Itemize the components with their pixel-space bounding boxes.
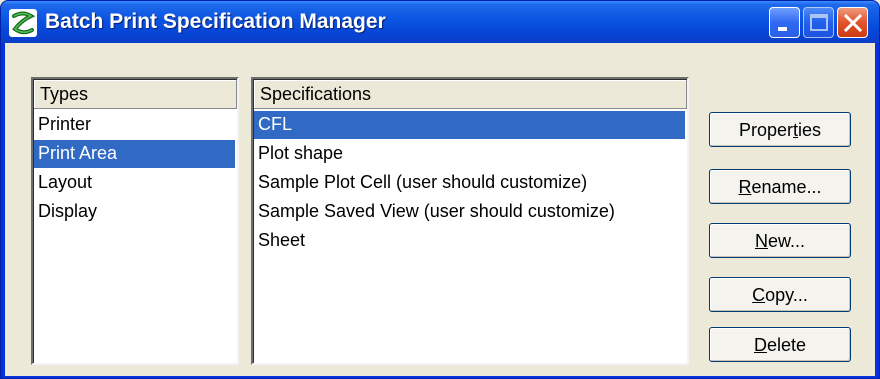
delete-button-label: elete [766, 335, 807, 355]
specifications-item-cfl[interactable]: CFL [254, 111, 685, 139]
close-button[interactable] [837, 7, 868, 38]
specifications-column-header[interactable]: Specifications [254, 80, 687, 109]
new-button-accelerator: N [754, 231, 768, 251]
dialog-client-area: Types Printer Print Area Layout Display … [5, 43, 875, 376]
specifications-list[interactable]: Specifications CFL Plot shape Sample Plo… [251, 77, 689, 365]
types-item-layout[interactable]: Layout [34, 169, 235, 197]
specifications-item-plot-shape[interactable]: Plot shape [254, 140, 685, 168]
new-button-label: ew... [767, 231, 806, 251]
properties-button-label: Proper [738, 120, 793, 140]
types-list[interactable]: Types Printer Print Area Layout Display [31, 77, 239, 365]
maximize-icon [810, 14, 828, 31]
minimize-icon [778, 27, 787, 31]
copy-button-label: opy... [765, 285, 808, 305]
types-item-display[interactable]: Display [34, 198, 235, 226]
rename-button-accelerator: R [738, 177, 752, 197]
specifications-item-sheet[interactable]: Sheet [254, 227, 685, 255]
dialog-window: Batch Print Specification Manager Types … [0, 0, 880, 379]
copy-button-accelerator: C [752, 285, 766, 305]
window-title: Batch Print Specification Manager [45, 10, 386, 33]
maximize-button[interactable] [803, 7, 834, 38]
types-column-header[interactable]: Types [34, 80, 237, 109]
types-item-print-area[interactable]: Print Area [34, 140, 235, 168]
types-item-printer[interactable]: Printer [34, 111, 235, 139]
new-button[interactable]: New... [709, 223, 851, 258]
specifications-item-sample-plot-cell[interactable]: Sample Plot Cell (user should customize) [254, 169, 685, 197]
delete-button-accelerator: D [753, 335, 767, 355]
close-icon [843, 13, 863, 33]
delete-button[interactable]: Delete [709, 327, 851, 362]
properties-button-label-rest: ies [798, 120, 822, 140]
properties-button[interactable]: Properties [709, 112, 851, 147]
rename-button-label: ename... [751, 177, 822, 197]
app-logo-icon [9, 9, 37, 37]
specifications-item-sample-saved-view[interactable]: Sample Saved View (user should customize… [254, 198, 685, 226]
minimize-button[interactable] [769, 7, 800, 38]
title-bar[interactable]: Batch Print Specification Manager [1, 1, 879, 43]
copy-button[interactable]: Copy... [709, 277, 851, 312]
rename-button[interactable]: Rename... [709, 169, 851, 204]
